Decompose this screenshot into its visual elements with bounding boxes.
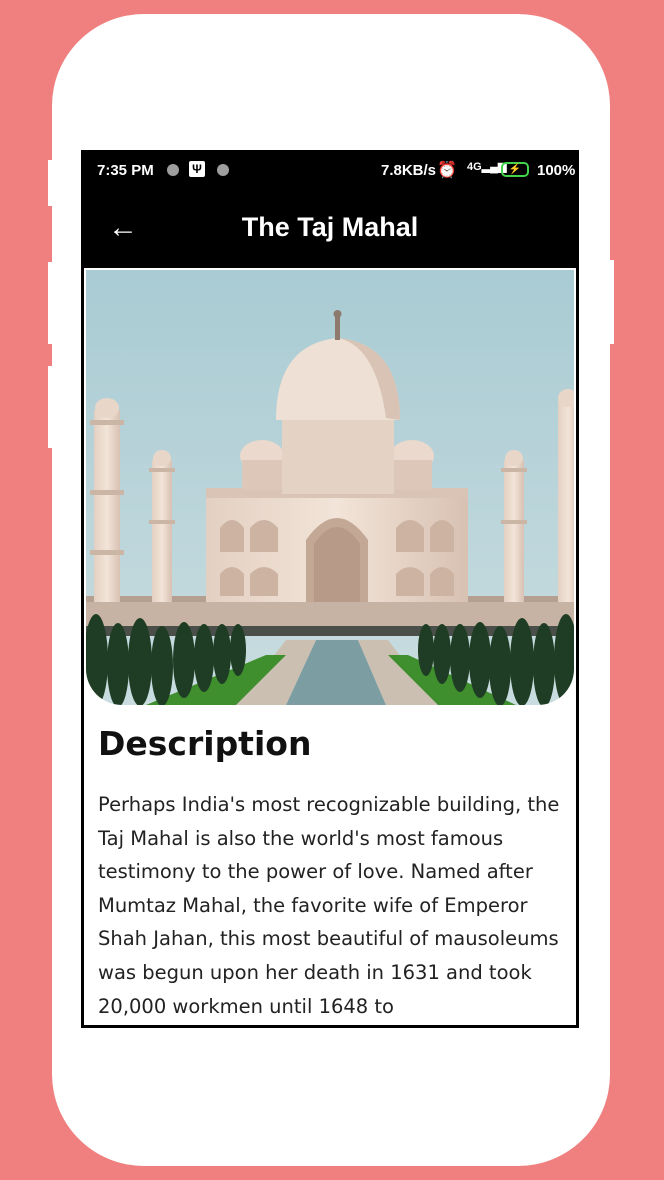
taj-mahal-image (86, 270, 574, 705)
app-screen: 7:35 PM Ψ 7.8KB/s ⏰ 4G▂▄▆ ⚡ 100% ← The T… (81, 150, 579, 1028)
app-bar: ← The Taj Mahal (81, 190, 579, 268)
phone-side-button (48, 160, 54, 206)
notification-dot-icon (167, 164, 179, 176)
phone-side-button (608, 260, 614, 344)
battery-percent: 100% (537, 162, 576, 179)
alarm-icon: ⏰ (437, 162, 457, 179)
usb-icon: Ψ (189, 161, 205, 177)
network-type: 4G (467, 161, 482, 173)
battery-icon: ⚡ (501, 162, 529, 177)
notification-dot-icon (217, 164, 229, 176)
content-area[interactable]: Description Perhaps India's most recogni… (84, 268, 576, 1025)
phone-side-button (48, 262, 54, 344)
description-text: Perhaps India's most recognizable buildi… (98, 793, 560, 1018)
network-speed: 7.8KB/s (381, 162, 437, 179)
status-time: 7:35 PM (97, 162, 154, 179)
taj-mahal-illustration (86, 270, 574, 705)
description-heading: Description (98, 724, 312, 763)
phone-side-button (48, 366, 54, 448)
page-title: The Taj Mahal (241, 212, 419, 242)
status-bar: 7:35 PM Ψ 7.8KB/s ⏰ 4G▂▄▆ ⚡ 100% (81, 150, 579, 190)
